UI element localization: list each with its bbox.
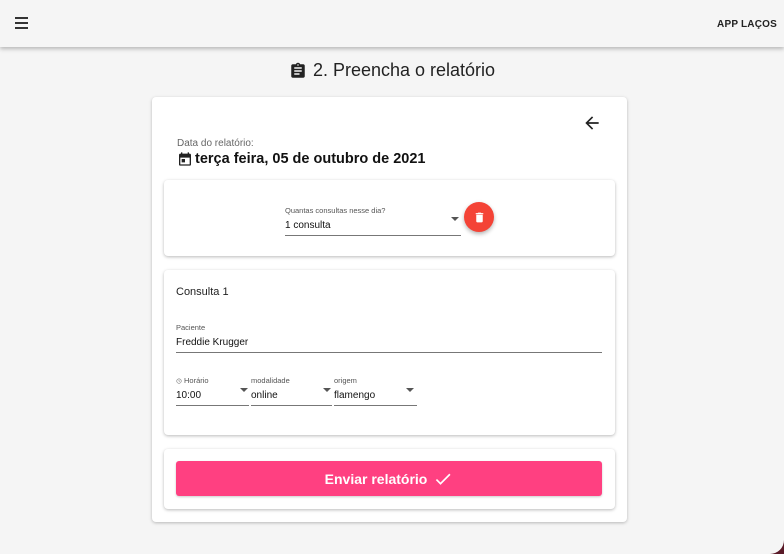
chevron-down-icon [323, 388, 331, 392]
modality-select[interactable]: online [251, 386, 332, 408]
patient-field[interactable]: Freddie Krugger [176, 333, 602, 355]
check-icon [436, 473, 451, 485]
time-label: Horário [184, 376, 209, 385]
count-select[interactable]: 1 consulta [285, 216, 461, 238]
page-title: 2. Preencha o relatório [312, 60, 496, 80]
patient-value: Freddie Krugger [176, 337, 249, 348]
arrow-back-icon[interactable] [582, 113, 602, 133]
count-label: Quantas consultas nesse dia? [285, 206, 386, 215]
consulta-title: Consulta 1 [176, 286, 229, 298]
app-window: APP LAÇOS 2. Preencha o relatório Data d… [0, 0, 784, 554]
report-date: terça feira, 05 de outubro de 2021 [195, 151, 426, 167]
chevron-down-icon [451, 217, 459, 221]
time-label-row: Horário [176, 376, 209, 385]
consulta-card: Consulta 1 Paciente Freddie Krugger Horá… [164, 270, 615, 435]
origin-value: flamengo [334, 390, 376, 401]
clock-icon [176, 377, 182, 384]
send-report-button[interactable]: Enviar relatório [176, 461, 602, 496]
patient-underline [176, 352, 602, 353]
patient-label: Paciente [176, 323, 206, 332]
time-select[interactable]: 10:00 [176, 386, 249, 408]
origin-underline [334, 405, 417, 406]
app-title: APP LAÇOS [717, 19, 777, 30]
count-value: 1 consulta [285, 220, 331, 231]
modality-label: modalidade [251, 376, 290, 385]
count-underline [285, 235, 461, 236]
page-heading: 2. Preencha o relatório [0, 60, 784, 81]
modality-underline [251, 405, 332, 406]
send-report-label: Enviar relatório [324, 470, 428, 487]
time-underline [176, 405, 249, 406]
date-row: terça feira, 05 de outubro de 2021 [177, 151, 425, 167]
app-bar: APP LAÇOS [0, 0, 784, 47]
report-card: Data do relatório: terça feira, 05 de ou… [152, 97, 627, 522]
menu-icon[interactable] [10, 12, 32, 34]
date-label: Data do relatório: [177, 138, 254, 149]
origin-label: origem [334, 376, 357, 385]
calendar-icon [179, 152, 191, 166]
count-card: Quantas consultas nesse dia? 1 consulta [164, 180, 615, 256]
delete-button[interactable] [464, 202, 494, 232]
clipboard-icon [291, 62, 305, 78]
chevron-down-icon [406, 388, 414, 392]
origin-select[interactable]: flamengo [334, 386, 417, 408]
chevron-down-icon [240, 388, 248, 392]
time-value: 10:00 [176, 390, 202, 401]
trash-icon [475, 212, 483, 222]
submit-card: Enviar relatório [164, 449, 615, 509]
modality-value: online [251, 390, 278, 401]
